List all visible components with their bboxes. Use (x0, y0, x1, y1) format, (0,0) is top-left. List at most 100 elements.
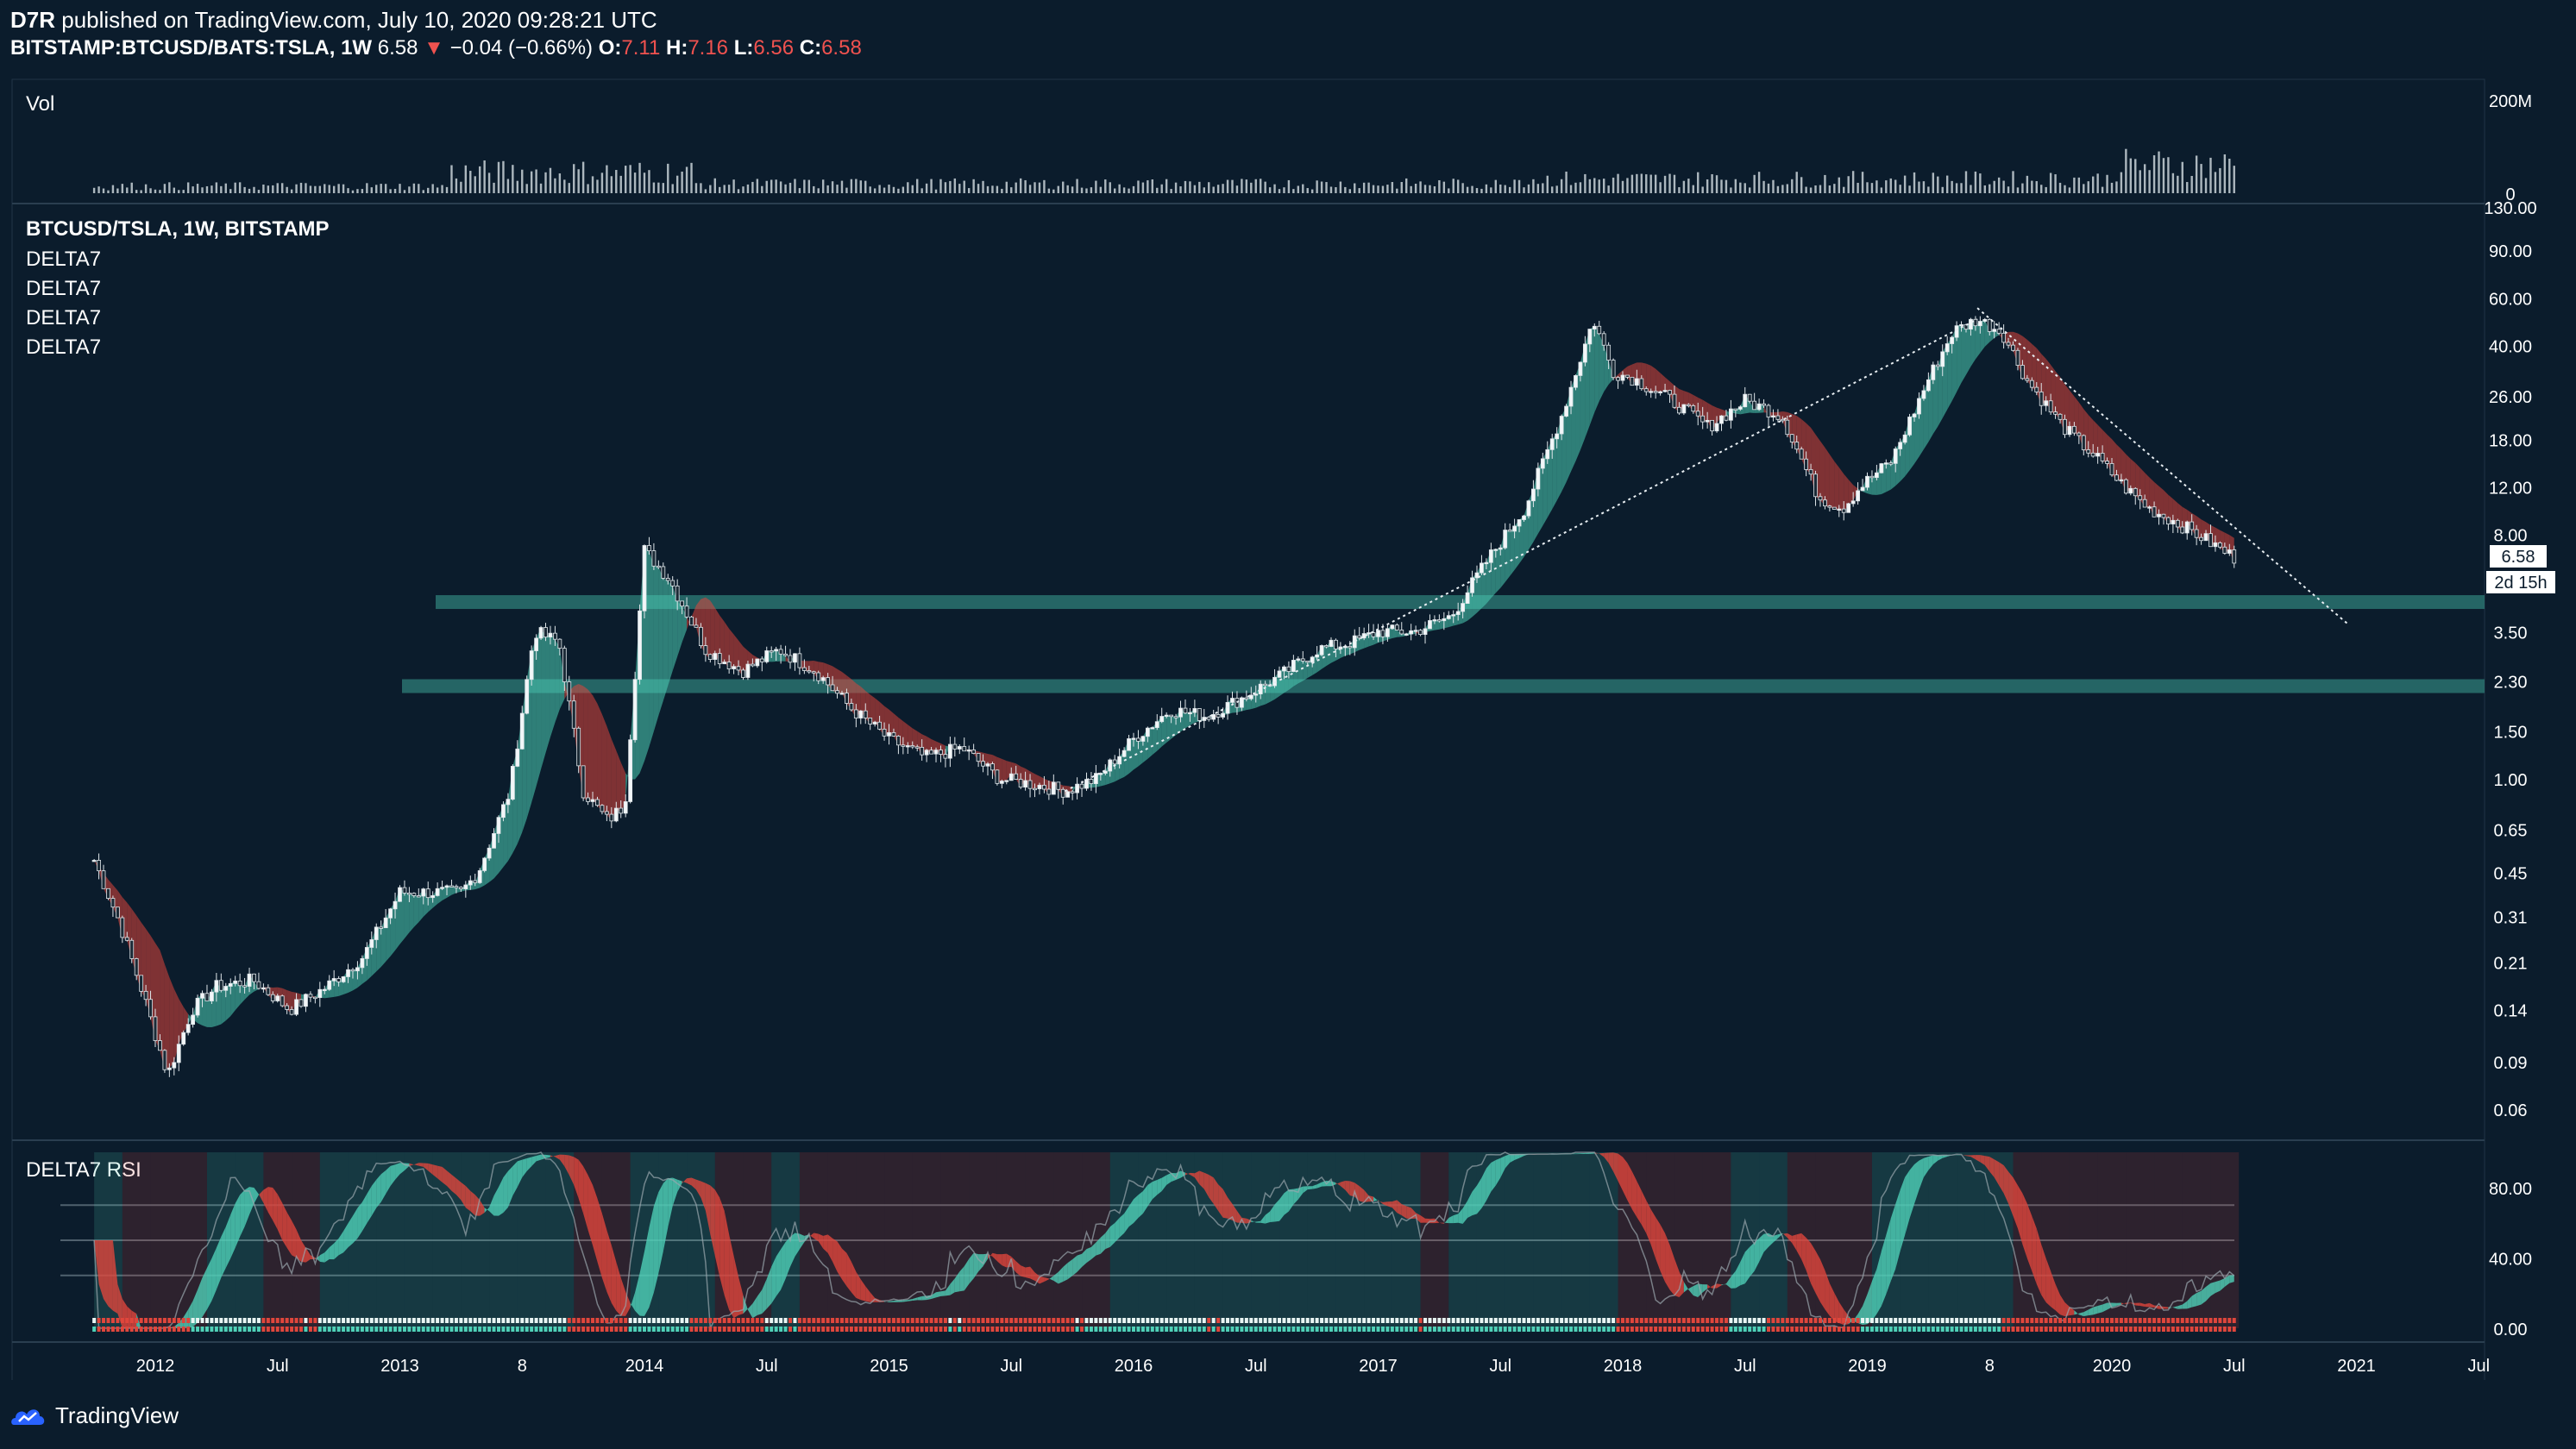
rsi-signal-dot (1578, 1318, 1582, 1323)
x-tick-label: Jul (2467, 1357, 2490, 1376)
rsi-signal-dot (317, 1318, 322, 1323)
rsi-background-stripe (969, 1152, 997, 1328)
trend-band (1303, 661, 1308, 681)
rsi-signal-dot (2204, 1318, 2208, 1323)
volume-bar (770, 179, 773, 193)
rsi-signal-dot (1649, 1318, 1653, 1323)
rsi-signal-dot (2110, 1318, 2114, 1323)
rsi-signal-dot (670, 1318, 675, 1323)
volume-bar (1786, 184, 1789, 193)
rsi-signal-dot (873, 1327, 877, 1332)
rsi-signal-dot (2204, 1327, 2208, 1332)
candle-body (793, 653, 797, 663)
rsi-signal-dot (737, 1318, 741, 1323)
volume-bar (248, 188, 251, 193)
rsi-signal-dot (1390, 1318, 1394, 1323)
rsi-signal-dot (1762, 1318, 1766, 1323)
rsi-signal-dot (1982, 1327, 1987, 1332)
candle-body (647, 545, 651, 551)
rsi-signal-dot (1080, 1327, 1084, 1332)
candle-body (1206, 717, 1211, 720)
rsi-signal-dot (1084, 1318, 1089, 1323)
candle-body (1789, 434, 1794, 442)
volume-bar (671, 184, 674, 193)
volume-bar (1937, 176, 1939, 193)
candle-body (1084, 779, 1089, 789)
rsi-signal-dot (1113, 1318, 1117, 1323)
rsi-signal-dot (1042, 1327, 1046, 1332)
volume-bar (1391, 182, 1394, 193)
main-title: BTCUSD/TSLA, 1W, BITSTAMP (26, 217, 330, 241)
rsi-signal-dot (1000, 1318, 1004, 1323)
volume-bar (1602, 179, 1605, 193)
trend-band (1961, 324, 1966, 383)
volume-bar (2021, 183, 2024, 193)
candle-body (158, 1040, 162, 1051)
volume-bar (2040, 185, 2043, 193)
rsi-signal-dot (1804, 1327, 1808, 1332)
rsi-signal-dot (313, 1318, 317, 1323)
volume-bar (2162, 158, 2165, 193)
rsi-signal-dot (1094, 1318, 1098, 1323)
rsi-signal-dot (619, 1318, 623, 1323)
rsi-signal-dot (2185, 1318, 2190, 1323)
rsi-signal-dot (1762, 1327, 1766, 1332)
volume-bar (1749, 187, 1751, 193)
rsi-signal-dot (732, 1318, 736, 1323)
volume-bar (958, 184, 961, 193)
candle-body (129, 939, 135, 959)
rsi-signal-dot (1644, 1327, 1649, 1332)
volume-bar (1302, 184, 1304, 193)
rsi-signal-dot (1226, 1327, 1230, 1332)
volume-bar (342, 184, 345, 193)
rsi-signal-dot (2110, 1327, 2114, 1332)
candle-body (576, 727, 581, 767)
volume-bar (1362, 182, 1366, 193)
volume-bar (1536, 184, 1540, 193)
volume-bar (418, 184, 420, 193)
volume-bar (1838, 177, 1840, 193)
volume-bar (521, 169, 524, 193)
volume-bar (784, 184, 787, 193)
volume-bar (173, 187, 176, 193)
volume-bar (1762, 180, 1765, 193)
candle-body (830, 684, 835, 692)
footer-brand[interactable]: TradingView (10, 1402, 179, 1429)
candle-body (1950, 336, 1955, 344)
candle-body (398, 887, 402, 902)
volume-bar (1692, 185, 1694, 193)
candle-body (1931, 364, 1936, 380)
volume-bar (305, 183, 307, 193)
chart-canvas[interactable]: Vol BTCUSD/TSLA, 1W, BITSTAMP DELTA7 DEL… (0, 0, 2576, 1380)
volume-bar (2096, 173, 2099, 193)
volume-bar (2045, 186, 2047, 193)
candle-body (929, 750, 933, 755)
rsi-signal-dot (699, 1318, 703, 1323)
volume-bar (1791, 179, 1794, 193)
rsi-signal-dot (1235, 1327, 1239, 1332)
y-tick-label: 18.00 (2489, 431, 2532, 450)
candle-body (1869, 475, 1875, 479)
rsi-signal-dot (148, 1318, 153, 1323)
volume-bar (1344, 186, 1347, 193)
volume-bar (662, 183, 665, 193)
volume-bar (384, 184, 387, 193)
rsi-signal-dot (1677, 1327, 1681, 1332)
volume-bar (1235, 185, 1239, 193)
volume-bar (1880, 187, 1883, 193)
trend-band (1510, 525, 1515, 576)
rsi-signal-dot (144, 1318, 148, 1323)
rsi-signal-dot (1536, 1327, 1540, 1332)
rsi-signal-dot (515, 1327, 519, 1332)
rsi-signal-dot (445, 1318, 449, 1323)
rsi-signal-dot (864, 1327, 868, 1332)
candle-body (694, 624, 699, 628)
rsi-signal-dot (1997, 1318, 2001, 1323)
rsi-signal-dot (1583, 1327, 1587, 1332)
candle-body (609, 813, 614, 822)
volume-bar (450, 165, 453, 193)
rsi-signal-dot (1898, 1327, 1902, 1332)
rsi-signal-dot (1023, 1327, 1027, 1332)
volume-bar (652, 182, 656, 193)
candle-body (2232, 549, 2237, 564)
